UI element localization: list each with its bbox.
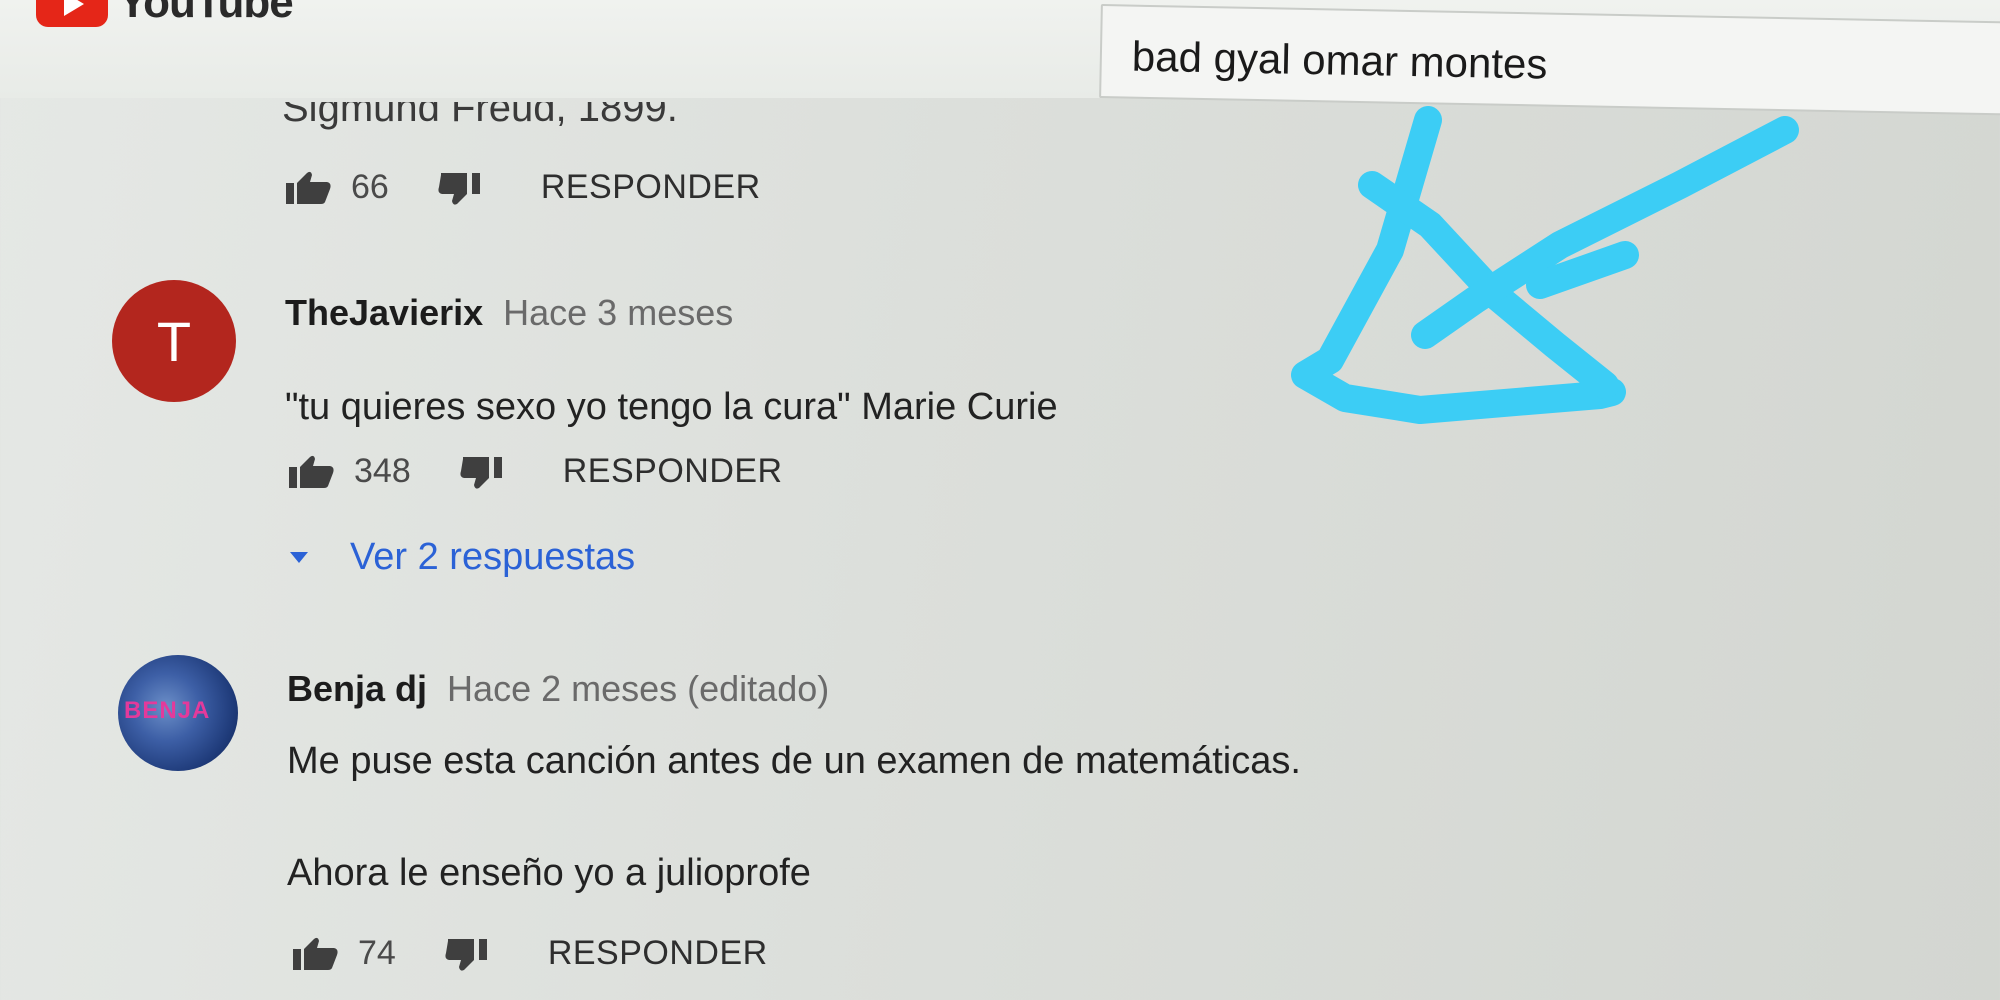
search-input[interactable]: bad gyal omar montes [1099, 4, 2000, 117]
reply-button[interactable]: RESPONDER [548, 934, 768, 973]
search-query: bad gyal omar montes [1131, 32, 1548, 88]
caret-down-icon [290, 552, 308, 563]
reply-button[interactable]: RESPONDER [563, 452, 783, 491]
thumb-up-icon[interactable] [285, 171, 333, 205]
like-count: 66 [351, 168, 389, 206]
comment-text-line-2: Ahora le enseño yo a julioprofe [287, 852, 811, 894]
thumb-down-icon[interactable] [444, 937, 492, 971]
thumb-up-icon[interactable] [292, 937, 340, 971]
comment-time[interactable]: Hace 3 meses [503, 292, 733, 333]
view-replies-link[interactable]: Ver 2 respuestas [290, 536, 635, 579]
thumb-down-icon[interactable] [459, 455, 507, 489]
reply-button[interactable]: RESPONDER [541, 168, 761, 207]
youtube-logo[interactable]: YouTube [36, 0, 294, 28]
view-replies-label: Ver 2 respuestas [350, 536, 636, 578]
comment-header: TheJavierix Hace 3 meses [285, 292, 733, 334]
avatar[interactable]: T [112, 280, 236, 402]
avatar[interactable]: BENJA [118, 655, 238, 771]
avatar-letter: T [156, 309, 192, 373]
comment-time[interactable]: Hace 2 meses (editado) [447, 668, 829, 709]
comment-text: "tu quieres sexo yo tengo la cura" Marie… [285, 386, 1058, 428]
play-logo-icon [36, 0, 108, 27]
comment-text-line-1: Me puse esta canción antes de un examen … [287, 740, 1301, 782]
thumb-down-icon[interactable] [437, 171, 485, 205]
comment-author[interactable]: TheJavierix [285, 292, 483, 333]
top-bar: YouTube bad gyal omar montes [0, 0, 2000, 117]
comment-actions: 66 RESPONDER [285, 168, 761, 207]
comment-actions: 348 RESPONDER [288, 452, 783, 491]
like-count: 348 [354, 452, 411, 490]
like-count: 74 [358, 934, 396, 972]
annotation-arrow-drawing [1291, 106, 1799, 424]
comment-author[interactable]: Benja dj [287, 668, 427, 709]
comment-header: Benja dj Hace 2 meses (editado) [287, 668, 829, 710]
thumb-up-icon[interactable] [288, 455, 336, 489]
avatar-logo-text: BENJA [124, 697, 211, 724]
comment-actions: 74 RESPONDER [292, 934, 768, 973]
logo-text: YouTube [118, 0, 294, 27]
